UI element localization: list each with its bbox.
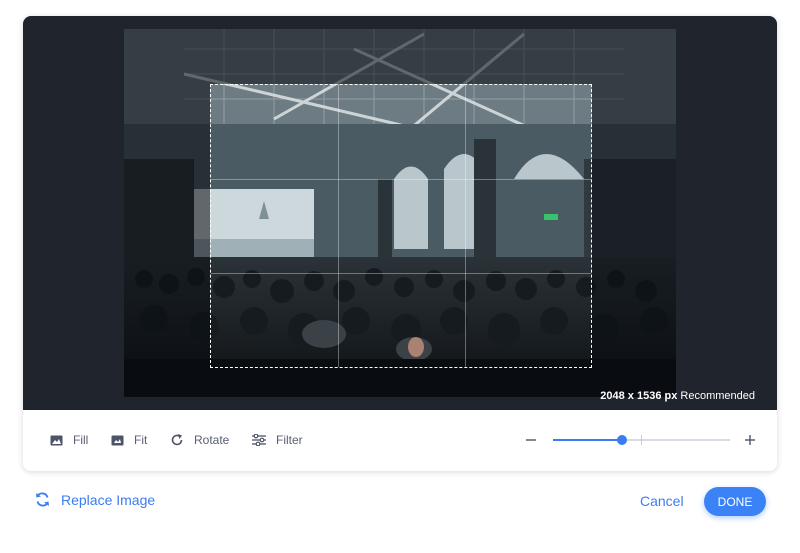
cancel-button[interactable]: Cancel bbox=[640, 493, 684, 509]
fill-label: Fill bbox=[73, 433, 89, 447]
event-photo[interactable] bbox=[124, 29, 676, 397]
rotate-icon bbox=[171, 434, 183, 446]
minus-icon bbox=[526, 439, 536, 441]
fill-button[interactable]: Fill bbox=[50, 429, 88, 451]
zoom-slider-fill bbox=[553, 439, 623, 441]
resolution-info: 2048 x 1536 px Recommended bbox=[600, 390, 755, 402]
zoom-out-button[interactable] bbox=[523, 430, 539, 450]
crop-mask-bottom bbox=[124, 368, 676, 397]
crop-grid-line bbox=[338, 85, 339, 367]
crop-grid-line bbox=[211, 179, 591, 180]
replace-image-button[interactable]: Replace Image bbox=[34, 491, 155, 508]
rotate-button[interactable]: Rotate bbox=[170, 429, 229, 451]
image-stage: 2048 x 1536 px Recommended bbox=[23, 16, 777, 410]
resolution-note: Recommended bbox=[680, 390, 755, 402]
image-fill-icon bbox=[50, 435, 63, 445]
done-button[interactable]: DONE bbox=[704, 487, 766, 516]
filter-label: Filter bbox=[276, 433, 303, 447]
refresh-icon bbox=[36, 492, 49, 507]
fit-button[interactable]: Fit bbox=[111, 429, 147, 451]
filter-sliders-icon bbox=[252, 434, 266, 446]
filter-button[interactable]: Filter bbox=[252, 429, 303, 451]
image-editor-card: 2048 x 1536 px Recommended Fill Fit Rota… bbox=[23, 16, 777, 471]
crop-mask-top bbox=[124, 29, 676, 84]
crop-mask-left bbox=[124, 84, 210, 368]
zoom-in-button[interactable] bbox=[742, 430, 758, 450]
crop-frame[interactable] bbox=[210, 84, 592, 368]
zoom-slider[interactable] bbox=[553, 435, 730, 445]
editor-toolbar: Fill Fit Rotate Filter bbox=[23, 410, 777, 471]
resolution-value: 2048 x 1536 px bbox=[600, 390, 678, 402]
zoom-slider-tick bbox=[641, 435, 642, 445]
image-fit-icon bbox=[111, 435, 124, 445]
crop-mask-right bbox=[592, 84, 676, 368]
zoom-slider-thumb[interactable] bbox=[617, 435, 628, 445]
rotate-label: Rotate bbox=[194, 433, 230, 447]
crop-grid-line bbox=[465, 85, 466, 367]
plus-icon bbox=[745, 435, 755, 445]
fit-label: Fit bbox=[134, 433, 148, 447]
replace-image-label: Replace Image bbox=[61, 491, 156, 508]
crop-grid-line bbox=[211, 273, 591, 274]
